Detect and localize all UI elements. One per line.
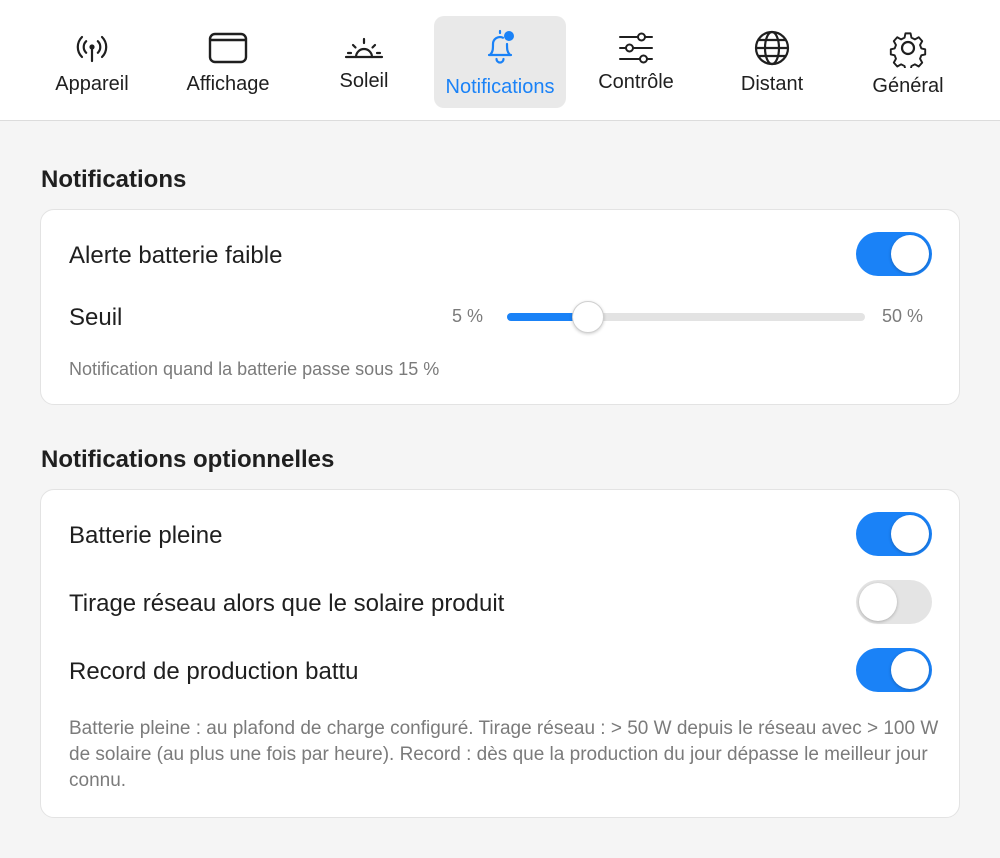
threshold-slider[interactable] <box>507 301 865 333</box>
tab-controle[interactable]: Contrôle <box>570 16 702 108</box>
tab-notifications[interactable]: Notifications <box>434 16 566 108</box>
notifications-card: Alerte batterie faible Seuil 5 % 50 % No… <box>40 209 960 405</box>
tab-label: Contrôle <box>598 71 674 93</box>
tab-general[interactable]: Général <box>842 16 974 108</box>
toggle-knob <box>891 651 929 689</box>
tab-label: Distant <box>740 73 804 95</box>
full-battery-label: Batterie pleine <box>69 522 223 549</box>
threshold-min-label: 5 % <box>452 306 484 326</box>
optional-notifications-card: Batterie pleine Tirage réseau alors que … <box>40 489 960 818</box>
tab-affichage[interactable]: Affichage <box>162 16 294 108</box>
toggle-knob <box>891 235 929 273</box>
sunrise-icon <box>344 28 384 68</box>
tab-label: Soleil <box>339 70 389 92</box>
grid-draw-toggle[interactable] <box>856 580 932 624</box>
low-battery-toggle[interactable] <box>856 232 932 276</box>
threshold-note-text: Notification quand la batterie passe sou… <box>69 359 394 379</box>
tab-appareil[interactable]: Appareil <box>26 16 158 108</box>
low-battery-label: Alerte batterie faible <box>69 242 283 269</box>
tab-label: Notifications <box>445 76 555 98</box>
bell-badge-icon <box>480 28 520 68</box>
tab-label: Appareil <box>55 73 129 95</box>
window-icon <box>208 28 248 68</box>
section-title-notifications: Notifications <box>41 166 187 193</box>
toggle-knob <box>891 515 929 553</box>
threshold-note: Notification quand la batterie passe sou… <box>69 359 439 380</box>
tab-soleil[interactable]: Soleil <box>298 16 430 108</box>
threshold-note-value: 15 % <box>398 359 440 379</box>
production-record-label: Record de production battu <box>69 658 359 685</box>
optional-help-text: Batterie pleine : au plafond de charge c… <box>69 718 939 791</box>
antenna-icon <box>72 28 112 68</box>
tab-distant[interactable]: Distant <box>706 16 838 108</box>
tab-label: Affichage <box>186 73 270 95</box>
toolbar: Appareil Affichage Soleil Notifications … <box>0 0 1000 121</box>
sliders-icon <box>616 28 656 68</box>
full-battery-toggle[interactable] <box>856 512 932 556</box>
toggle-knob <box>859 583 897 621</box>
gear-icon <box>888 28 928 68</box>
slider-thumb[interactable] <box>571 301 604 333</box>
tab-label: Général <box>872 75 944 97</box>
section-title-optional: Notifications optionnelles <box>41 446 335 473</box>
threshold-max-label: 50 % <box>882 306 924 326</box>
globe-icon <box>752 28 792 68</box>
threshold-label: Seuil <box>69 304 123 331</box>
production-record-toggle[interactable] <box>856 648 932 692</box>
grid-draw-label: Tirage réseau alors que le solaire produ… <box>69 590 505 617</box>
